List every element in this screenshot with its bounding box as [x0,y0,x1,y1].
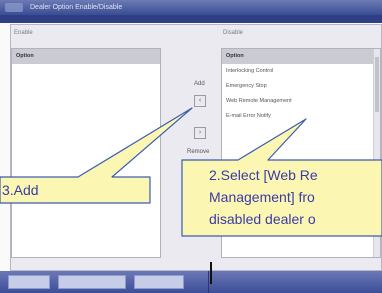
callout-layer [0,107,382,237]
text-cursor [210,262,212,284]
callout-select-line-1: 2.Select [Web Re [209,167,318,183]
screen: Dealer Option Enable/Disable Enable Opti… [0,0,382,293]
callout-add-text: 3.Add [2,182,39,198]
callout-select-line-3: disabled dealer o [209,211,316,227]
callout-select-line-2: Management] fro [209,189,315,205]
callout-select-text: 2.Select [Web Re Management] fro disable… [182,160,382,236]
